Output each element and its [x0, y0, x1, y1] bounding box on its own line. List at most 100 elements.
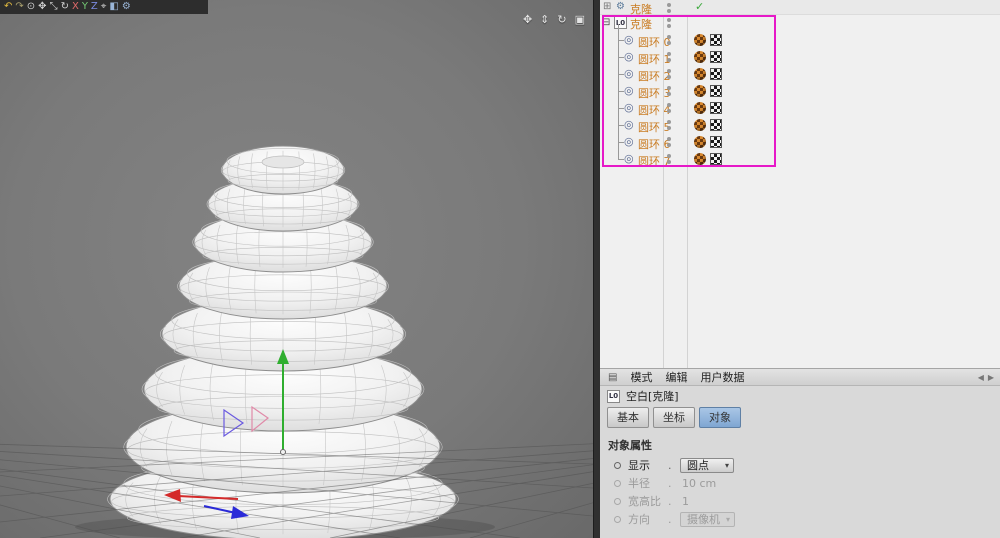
texture-tag-icon[interactable] — [710, 68, 722, 80]
object-name[interactable]: 圆环 7 — [638, 153, 671, 169]
nav-back-icon[interactable]: ◀ — [978, 373, 984, 382]
dropdown-value: 摄像机 — [687, 513, 720, 526]
visibility-dots[interactable] — [667, 120, 671, 132]
visibility-dots[interactable] — [667, 137, 671, 149]
x-axis-icon[interactable]: X — [72, 1, 79, 13]
texture-tag-icon[interactable] — [710, 102, 722, 114]
keyframe-circle-icon[interactable] — [614, 479, 621, 487]
move-icon[interactable]: ✥ — [38, 1, 46, 13]
torus-icon: ◎ — [624, 101, 634, 114]
om-row-torus-7[interactable]: ◎ 圆环 7 — [600, 151, 1000, 168]
attribute-menu-bar: ▤ 模式 编辑 用户数据 ◀ ▶ — [600, 369, 1000, 386]
visibility-dots[interactable] — [667, 18, 671, 30]
panel-splitter[interactable] — [593, 0, 600, 538]
tab-basic[interactable]: 基本 — [607, 407, 649, 428]
texture-tag-icon[interactable] — [710, 153, 722, 165]
object-name[interactable]: 圆环 5 — [638, 119, 671, 135]
panel-grid-icon[interactable]: ⊞ — [603, 1, 611, 12]
material-tag-icon[interactable] — [694, 136, 706, 148]
pan-view-icon[interactable]: ✥ — [523, 13, 532, 26]
texture-tag-icon[interactable] — [710, 85, 722, 97]
redo-icon[interactable]: ↷ — [15, 1, 23, 13]
object-name[interactable]: 圆环 1 — [638, 51, 671, 67]
attribute-tabs: 基本 坐标 对象 — [600, 405, 1000, 431]
visibility-dots[interactable] — [667, 35, 671, 47]
object-list: ◎ 圆环 0 ◎ 圆环 1 ◎ 圆环 2 ◎ 圆环 3 ◎ 圆环 4 ◎ 圆环 5 ◎ 圆环 6 ◎ 圆环 7 — [600, 32, 1000, 168]
y-axis-icon[interactable]: Y — [82, 1, 88, 13]
material-tag-icon[interactable] — [694, 85, 706, 97]
material-tag-icon[interactable] — [694, 102, 706, 114]
material-tag-icon[interactable] — [694, 34, 706, 46]
menu-userdata[interactable]: 用户数据 — [700, 369, 744, 385]
om-row-torus-6[interactable]: ◎ 圆环 6 — [600, 134, 1000, 151]
menu-mode[interactable]: 模式 — [630, 369, 652, 385]
dropdown-value: 圆点 — [687, 459, 709, 472]
om-row-torus-0[interactable]: ◎ 圆环 0 — [600, 32, 1000, 49]
visibility-dots[interactable] — [667, 69, 671, 81]
material-tag-icon[interactable] — [694, 51, 706, 63]
object-manager: ⊞ ⚙ 克隆 ✓ ⊟ L0 克隆 ◎ 圆环 0 ◎ 圆环 1 ◎ 圆环 2 ◎ 圆环 3 ◎ 圆环… — [600, 0, 1000, 368]
radius-value-field: 10 cm — [682, 476, 717, 490]
panel-menu-icon[interactable]: ▤ — [608, 372, 617, 383]
object-name[interactable]: 圆环 0 — [638, 34, 671, 50]
prop-row-orientation: 方向. 摄像机 ▾ — [600, 510, 1000, 528]
visibility-dots[interactable] — [667, 103, 671, 115]
texture-tag-icon[interactable] — [710, 51, 722, 63]
dolly-view-icon[interactable]: ⇕ — [540, 13, 549, 26]
object-name[interactable]: 圆环 6 — [638, 136, 671, 152]
display-dropdown[interactable]: 圆点 ▾ — [680, 457, 734, 473]
texture-tag-icon[interactable] — [710, 136, 722, 148]
visibility-dots[interactable] — [667, 3, 671, 15]
prop-row-radius: 半径. 10 cm — [600, 474, 1000, 492]
undo-icon[interactable]: ↶ — [4, 1, 12, 13]
tab-object[interactable]: 对象 — [699, 407, 741, 428]
keyframe-circle-icon[interactable] — [614, 497, 621, 505]
null-object-icon: L0 — [607, 389, 620, 403]
keyframe-circle-icon[interactable] — [614, 461, 621, 469]
torus-icon: ◎ — [624, 50, 634, 63]
keyframe-circle-icon[interactable] — [614, 515, 621, 523]
render-view-icon[interactable]: ◧ — [109, 1, 118, 13]
viewport-3d[interactable]: ↶ ↷ ⊙ ✥ ⤡ ↻ X Y Z ⌖ ◧ ⚙ ✥ ⇕ ↻ ▣ — [0, 0, 593, 538]
section-title: 对象属性 — [608, 439, 652, 452]
key-dot: . — [668, 512, 672, 526]
visibility-dots[interactable] — [667, 52, 671, 64]
object-name[interactable]: 克隆 — [630, 16, 652, 32]
object-name[interactable]: 圆环 3 — [638, 85, 671, 101]
om-row-torus-3[interactable]: ◎ 圆环 3 — [600, 83, 1000, 100]
object-name[interactable]: 圆环 2 — [638, 68, 671, 84]
scale-icon[interactable]: ⤡ — [50, 1, 58, 13]
menu-edit[interactable]: 编辑 — [665, 369, 687, 385]
select-icon[interactable]: ⊙ — [27, 1, 35, 13]
visibility-dots[interactable] — [667, 86, 671, 98]
material-tag-icon[interactable] — [694, 119, 706, 131]
orientation-dropdown[interactable]: 摄像机 ▾ — [680, 511, 736, 527]
object-name[interactable]: 圆环 4 — [638, 102, 671, 118]
tab-coordinates[interactable]: 坐标 — [653, 407, 695, 428]
om-row-torus-1[interactable]: ◎ 圆环 1 — [600, 49, 1000, 66]
viewport-controls: ✥ ⇕ ↻ ▣ — [523, 13, 585, 26]
orbit-view-icon[interactable]: ↻ — [557, 13, 566, 26]
prop-label: 宽高比 — [628, 495, 661, 508]
nav-forward-icon[interactable]: ▶ — [988, 373, 994, 382]
enabled-check-icon[interactable]: ✓ — [695, 0, 704, 13]
cloner-object-icon: ⚙ — [616, 1, 625, 12]
om-row-torus-2[interactable]: ◎ 圆环 2 — [600, 66, 1000, 83]
material-tag-icon[interactable] — [694, 153, 706, 165]
om-row-cloner[interactable]: ⊞ ⚙ 克隆 ✓ — [600, 0, 1000, 16]
coordinates-icon[interactable]: ⌖ — [101, 1, 107, 13]
torus-icon: ◎ — [624, 33, 634, 46]
rotate-icon[interactable]: ↻ — [61, 1, 69, 13]
maximize-view-icon[interactable]: ▣ — [575, 13, 585, 26]
visibility-dots[interactable] — [667, 154, 671, 166]
render-settings-icon[interactable]: ⚙ — [122, 1, 131, 13]
om-row-torus-4[interactable]: ◎ 圆环 4 — [600, 100, 1000, 117]
texture-tag-icon[interactable] — [710, 119, 722, 131]
z-axis-icon[interactable]: Z — [91, 1, 98, 13]
collapse-icon[interactable]: ⊟ — [602, 18, 610, 28]
attribute-object-title: 空白[克隆] — [626, 390, 679, 403]
material-tag-icon[interactable] — [694, 68, 706, 80]
texture-tag-icon[interactable] — [710, 34, 722, 46]
om-row-torus-5[interactable]: ◎ 圆环 5 — [600, 117, 1000, 134]
om-row-null[interactable]: ⊟ L0 克隆 — [600, 15, 1000, 32]
